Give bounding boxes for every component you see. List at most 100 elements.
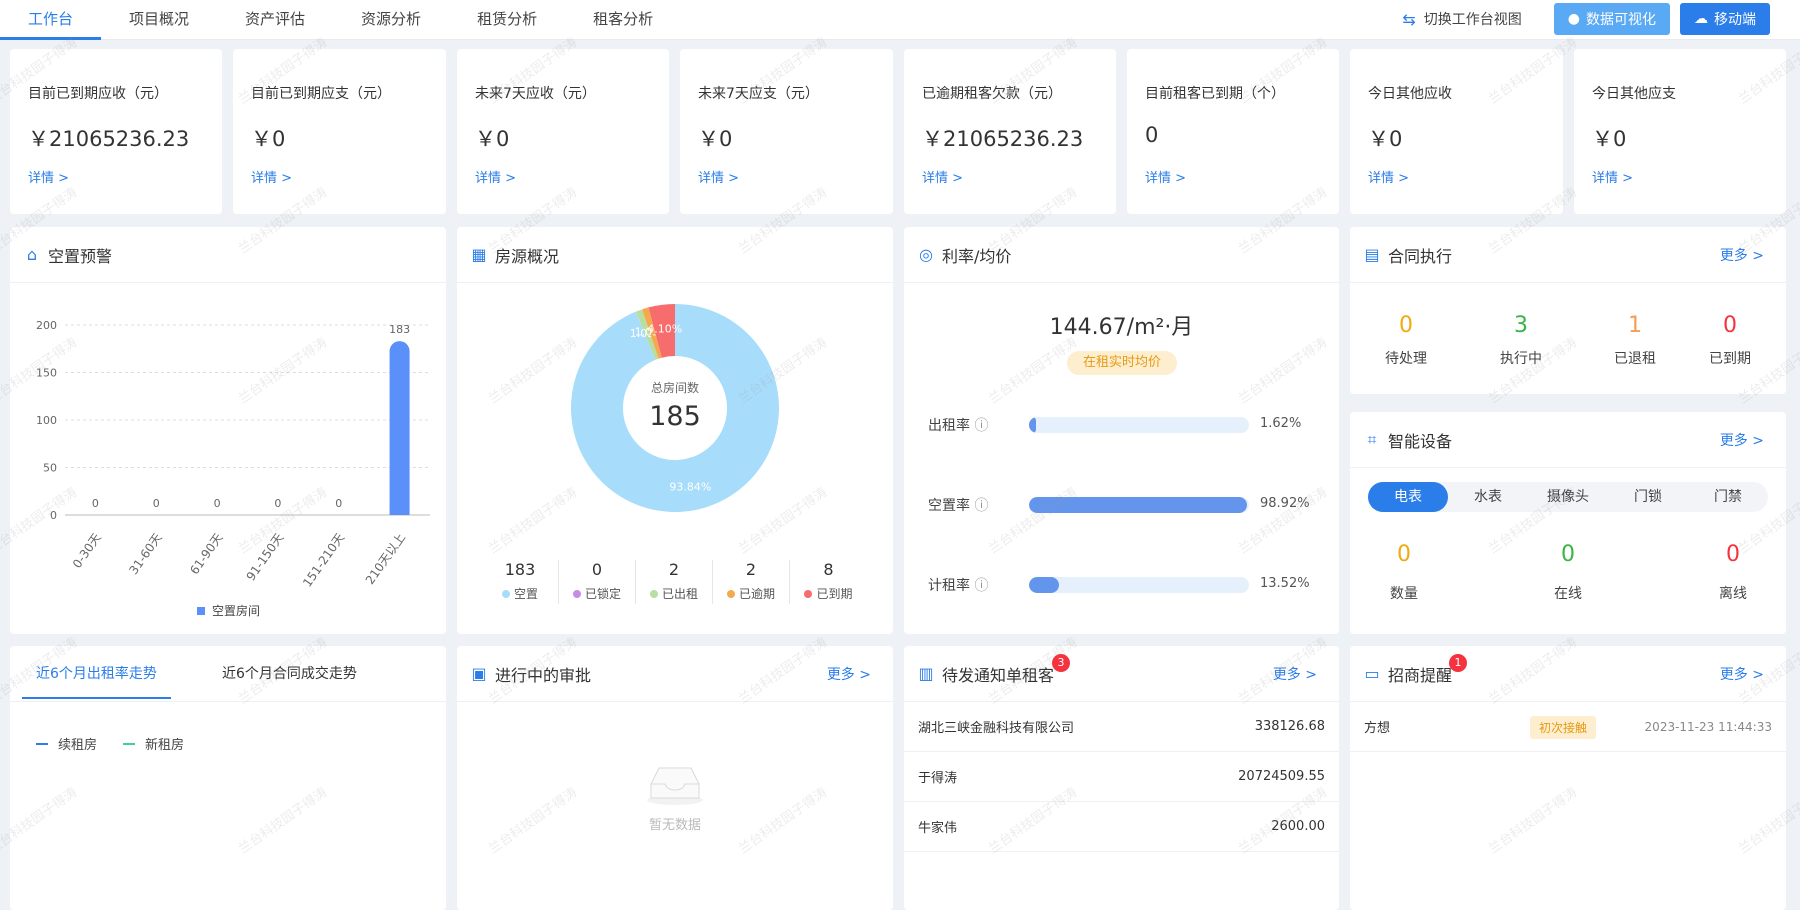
lead-name: 方想 xyxy=(1364,721,1391,736)
stat-value: ￥0 xyxy=(1368,127,1403,151)
tenant-name: 牛家伟 xyxy=(918,821,958,836)
stat-detail-link[interactable]: 详情 > xyxy=(1368,167,1409,186)
tab-resource-analysis[interactable]: 资源分析 xyxy=(333,0,449,40)
stat-detail-link[interactable]: 详情 > xyxy=(475,167,516,186)
percent-icon: ◎ xyxy=(919,245,933,264)
housing-stat-label: 已到期 xyxy=(790,585,867,602)
donut-center-label: 总房间数 xyxy=(651,380,699,395)
count-value: 0 xyxy=(1561,542,1575,567)
stat-detail-link[interactable]: 详情 > xyxy=(1145,167,1186,186)
count-value: 1 xyxy=(1628,313,1642,338)
list-item[interactable]: 湖北三峡金融科技有限公司 338126.68 xyxy=(904,702,1339,752)
status-dot xyxy=(572,590,581,598)
housing-stat: 183 空置 xyxy=(482,560,559,604)
trend-legend: 续租房 新租房 xyxy=(36,734,184,753)
vacancy-rate-bar xyxy=(1029,497,1249,513)
legend-label: 新租房 xyxy=(145,738,185,753)
tab-electric-meter[interactable]: 电表 xyxy=(1368,482,1448,512)
more-link[interactable]: 更多 > xyxy=(827,664,871,684)
panel-title: 空置预警 xyxy=(48,246,113,266)
billing-rate-bar xyxy=(1029,577,1249,593)
panel-title: 待发通知单租客 xyxy=(942,665,1055,685)
trend-tabs: 近6个月出租率走势 近6个月合同成交走势 xyxy=(10,646,446,702)
legend-item[interactable]: 续租房 xyxy=(36,734,97,753)
legend-item[interactable]: 新租房 xyxy=(123,734,184,753)
empty-text: 暂无数据 xyxy=(648,818,701,833)
x-tick-label: 31-60天 xyxy=(126,531,164,577)
top-bar: 工作台 项目概况 资产评估 资源分析 租赁分析 租客分析 ⇆ 切换工作台视图 ●… xyxy=(0,0,1800,40)
y-tick-label: 200 xyxy=(36,319,57,332)
status-label-text: 已到期 xyxy=(816,587,853,601)
droplet-icon: ● xyxy=(1567,11,1580,27)
data-label: 0 xyxy=(274,497,281,510)
vacancy-bar-chart: 0 50 100 150 200 0 0-30天 0 31-60天 0 61-90天 0 91-150天… xyxy=(36,319,430,618)
stat-card: 已逾期租客欠款（元） ￥21065236.23 详情 > xyxy=(904,49,1116,214)
occupancy-bar xyxy=(1029,417,1249,433)
count-value: 0 xyxy=(1723,313,1737,338)
panel-title: 智能设备 xyxy=(1388,431,1453,451)
data-label: 0 xyxy=(335,497,342,510)
stat-label: 目前租客已到期（个） xyxy=(1145,86,1285,102)
tab-occupancy-trend[interactable]: 近6个月出租率走势 xyxy=(22,646,171,699)
stat-detail-link[interactable]: 详情 > xyxy=(28,167,69,186)
tab-door-lock[interactable]: 门锁 xyxy=(1608,482,1688,512)
stat-detail-link[interactable]: 详情 > xyxy=(251,167,292,186)
tab-asset-evaluation[interactable]: 资产评估 xyxy=(217,0,333,40)
tab-project-overview[interactable]: 项目概况 xyxy=(101,0,217,40)
contract-icon: ▤ xyxy=(1364,245,1380,264)
occupancy-bar-fill xyxy=(1029,417,1036,433)
help-icon[interactable]: ⓘ xyxy=(974,498,988,514)
tab-tenant-analysis[interactable]: 租客分析 xyxy=(565,0,681,40)
count-value: 3 xyxy=(1514,313,1528,338)
panel-title: 合同执行 xyxy=(1388,246,1453,266)
x-tick-label: 210天以上 xyxy=(363,531,408,587)
more-link[interactable]: 更多 > xyxy=(1720,245,1764,265)
notice-icon: ▥ xyxy=(918,664,934,683)
contract-pending[interactable]: 0 待处理 xyxy=(1366,313,1446,368)
switch-view-button[interactable]: ⇆ 切换工作台视图 xyxy=(1402,9,1521,29)
tab-access-control[interactable]: 门禁 xyxy=(1688,482,1768,512)
notice-panel: ▥ 待发通知单租客 3 更多 > 湖北三峡金融科技有限公司 338126.68 于… xyxy=(904,646,1339,910)
panel-header: ◎ 利率/均价 xyxy=(904,227,1339,283)
device-offline: 0 离线 xyxy=(1693,542,1773,603)
tab-camera[interactable]: 摄像头 xyxy=(1528,482,1608,512)
lead-time: 2023-11-23 11:44:33 xyxy=(1644,719,1772,734)
contract-terminated[interactable]: 1 已退租 xyxy=(1595,313,1675,368)
stat-detail-link[interactable]: 详情 > xyxy=(698,167,739,186)
contract-active[interactable]: 3 执行中 xyxy=(1481,313,1561,368)
data-visualization-button[interactable]: ● 数据可视化 xyxy=(1553,3,1670,35)
briefcase-icon: ▭ xyxy=(1364,664,1380,683)
tab-contract-trend[interactable]: 近6个月合同成交走势 xyxy=(208,646,371,702)
mobile-button[interactable]: ☁ 移动端 xyxy=(1680,3,1770,35)
stat-value: ￥0 xyxy=(475,127,510,151)
contract-expired[interactable]: 0 已到期 xyxy=(1690,313,1770,368)
stat-detail-link[interactable]: 详情 > xyxy=(1592,167,1633,186)
rate-panel: ◎ 利率/均价 144.67/m²·月 在租实时均价 出租率 ⓘ 1.62% 空… xyxy=(904,227,1339,634)
legend-swatch xyxy=(36,742,48,745)
tab-water-meter[interactable]: 水表 xyxy=(1448,482,1528,512)
data-label: 0 xyxy=(92,497,99,510)
help-icon[interactable]: ⓘ xyxy=(974,578,988,594)
housing-stat: 0 已锁定 xyxy=(559,560,636,604)
list-item[interactable]: 牛家伟 2600.00 xyxy=(904,802,1339,852)
contract-panel: ▤ 合同执行 更多 > 0 待处理 3 执行中 1 已退租 0 已到期 xyxy=(1350,227,1786,394)
device-count: 0 数量 xyxy=(1364,542,1444,603)
x-tick-label: 151-210天 xyxy=(300,531,347,590)
count-label: 待处理 xyxy=(1385,351,1427,367)
more-link[interactable]: 更多 > xyxy=(1720,430,1764,450)
help-icon[interactable]: ⓘ xyxy=(974,418,988,434)
switch-view-label: 切换工作台视图 xyxy=(1423,12,1522,28)
more-link[interactable]: 更多 > xyxy=(1273,664,1317,684)
tab-workbench[interactable]: 工作台 xyxy=(0,0,102,40)
rate-label-text: 计租率 xyxy=(928,578,970,594)
vacancy-rate-bar-fill xyxy=(1029,497,1247,513)
data-label: 0 xyxy=(214,497,221,510)
list-item[interactable]: 于得涛 20724509.55 xyxy=(904,752,1339,802)
tab-lease-analysis[interactable]: 租赁分析 xyxy=(449,0,565,40)
more-link[interactable]: 更多 > xyxy=(1720,664,1764,684)
stat-card: 今日其他应支 ￥0 详情 > xyxy=(1574,49,1786,214)
list-item[interactable]: 方想 初次接触 2023-11-23 11:44:33 xyxy=(1350,702,1786,752)
building-icon: ▦ xyxy=(471,245,487,264)
count-label: 在线 xyxy=(1554,586,1582,602)
stat-detail-link[interactable]: 详情 > xyxy=(922,167,963,186)
